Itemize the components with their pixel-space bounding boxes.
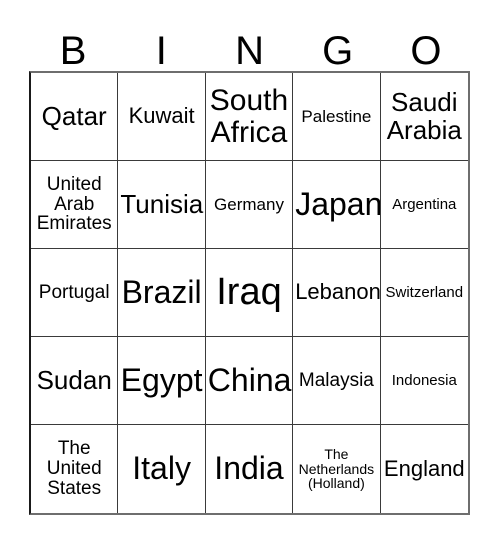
bingo-cell[interactable]: China: [205, 337, 294, 425]
bingo-cell-label: Japan: [295, 185, 381, 222]
bingo-cell[interactable]: Iraq: [205, 249, 294, 337]
bingo-header-letter-o: O: [410, 29, 442, 73]
bingo-cell-label: United Arab Emirates: [36, 173, 112, 235]
bingo-cell[interactable]: Malaysia: [293, 337, 381, 425]
bingo-header-letter-b: B: [59, 29, 87, 73]
bingo-cell-label: Palestine: [301, 106, 372, 126]
bingo-cell-label: Portugal: [38, 281, 110, 303]
bingo-cell[interactable]: Saudi Arabia: [380, 73, 468, 161]
bingo-cell[interactable]: South Africa: [205, 73, 294, 161]
bingo-cell-label: Brazil: [121, 273, 202, 310]
bingo-cell-label: The United States: [46, 438, 102, 499]
bingo-cell-label: China: [207, 361, 292, 398]
bingo-cell-label: India: [214, 450, 284, 487]
bingo-grid: Qatar Kuwait South Africa Palestine Saud…: [29, 71, 470, 515]
bingo-cell[interactable]: India: [205, 425, 294, 513]
bingo-cell[interactable]: Argentina: [380, 161, 468, 249]
bingo-header-row: B I N G O: [29, 16, 470, 71]
bingo-cell[interactable]: Brazil: [118, 249, 206, 337]
bingo-cell[interactable]: Tunisia: [118, 161, 206, 249]
bingo-cell[interactable]: England: [380, 425, 468, 513]
bingo-cell[interactable]: Lebanon: [293, 249, 381, 337]
bingo-cell[interactable]: Indonesia: [380, 337, 468, 425]
bingo-cell-label: Egypt: [120, 361, 203, 398]
bingo-header-letter-n: N: [235, 29, 264, 73]
bingo-cell-label: Malaysia: [298, 369, 374, 391]
bingo-cell-label: Tunisia: [120, 188, 204, 219]
bingo-cell-label: The Netherlands (Holland): [298, 446, 375, 492]
bingo-cell-label: England: [383, 455, 465, 481]
bingo-cell-label: Argentina: [392, 195, 457, 213]
bingo-cell[interactable]: Sudan: [31, 337, 119, 425]
bingo-cell-label: South Africa: [209, 84, 289, 149]
bingo-cell-label: Sudan: [36, 364, 112, 395]
bingo-cell-label: Saudi Arabia: [386, 87, 462, 145]
bingo-cell-label: Qatar: [41, 100, 107, 131]
bingo-cell[interactable]: Qatar: [31, 73, 119, 161]
bingo-cell[interactable]: Kuwait: [118, 73, 206, 161]
bingo-cell[interactable]: Egypt: [118, 337, 206, 425]
bingo-cell[interactable]: Portugal: [31, 249, 119, 337]
bingo-cell-label: Germany: [214, 194, 284, 214]
bingo-cell[interactable]: Italy: [118, 425, 206, 513]
bingo-cell-label: Switzerland: [385, 283, 464, 301]
bingo-cell[interactable]: Switzerland: [380, 249, 468, 337]
bingo-cell-label: Italy: [132, 450, 191, 487]
bingo-cell[interactable]: Germany: [205, 161, 294, 249]
bingo-cell[interactable]: United Arab Emirates: [31, 161, 119, 249]
bingo-cell[interactable]: Japan: [293, 161, 381, 249]
bingo-cell-label: Lebanon: [295, 279, 381, 305]
bingo-cell[interactable]: The Netherlands (Holland): [293, 425, 381, 513]
bingo-header-letter-g: G: [322, 29, 354, 73]
bingo-cell[interactable]: Palestine: [293, 73, 381, 161]
bingo-cell[interactable]: The United States: [31, 425, 119, 513]
bingo-cell-label: Iraq: [216, 270, 282, 313]
bingo-header-letter-i: I: [155, 29, 167, 73]
bingo-cell-label: Kuwait: [128, 103, 195, 129]
bingo-card: B I N G O Qatar Kuwait South Africa Pale…: [0, 0, 500, 544]
bingo-cell-label: Indonesia: [391, 371, 457, 389]
